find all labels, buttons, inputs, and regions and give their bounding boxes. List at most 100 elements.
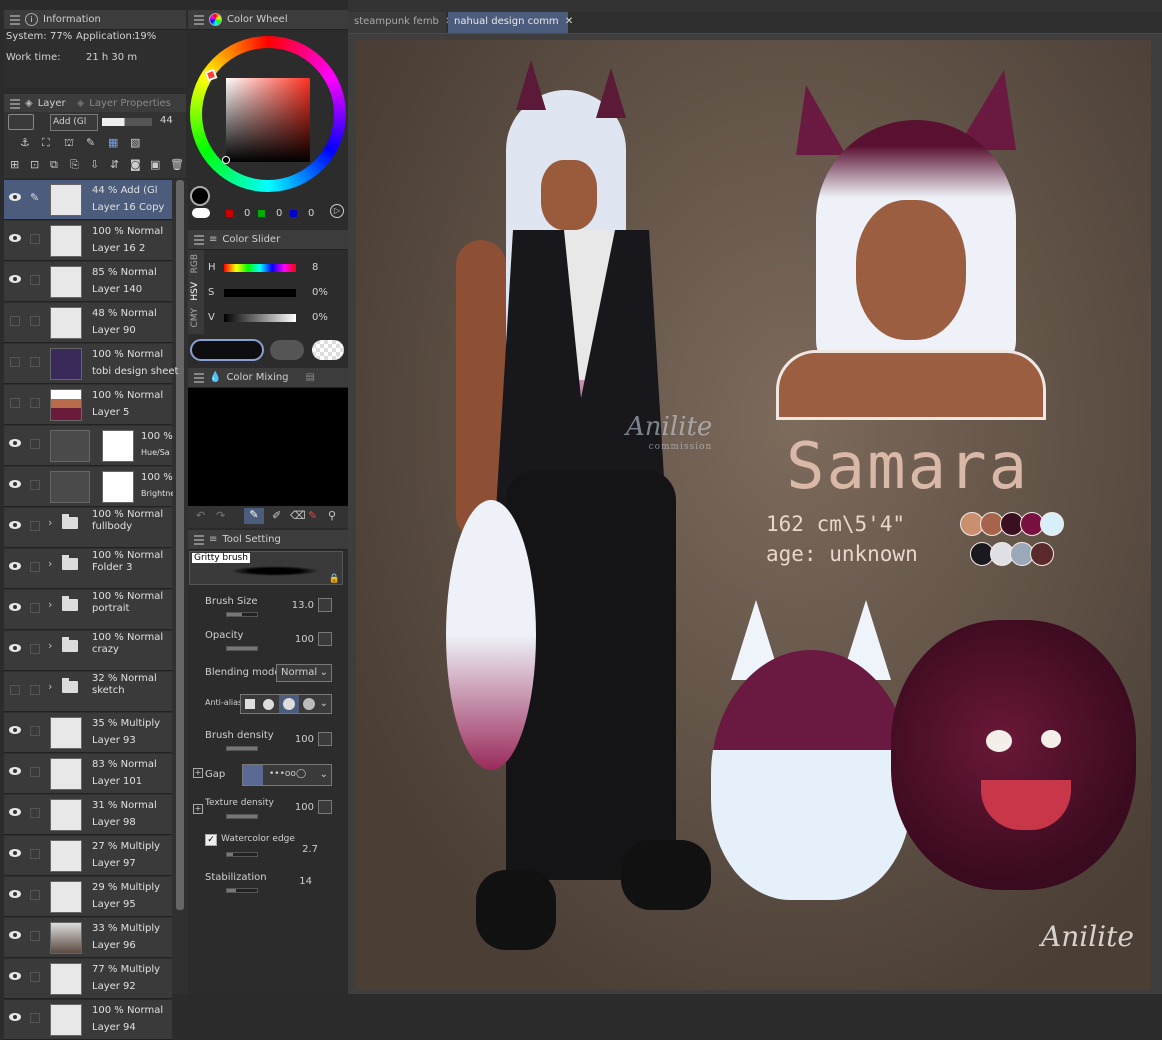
brush-tool-icon[interactable]: ✎ <box>244 508 264 524</box>
lock-toggle-icon[interactable] <box>30 562 40 572</box>
layer-row[interactable]: 100 % Normal Layer 5 <box>4 385 172 425</box>
chevron-right-icon[interactable]: › <box>48 680 52 693</box>
eye-icon[interactable] <box>9 603 21 611</box>
palette-tab-icon[interactable]: ▤ <box>306 372 315 383</box>
opacity-slider[interactable] <box>102 118 152 126</box>
grip-icon[interactable] <box>194 534 204 545</box>
trash-icon[interactable]: 🗑 <box>170 158 184 171</box>
visibility-off-icon[interactable] <box>10 398 20 408</box>
lock-toggle-icon[interactable] <box>30 644 40 654</box>
saturation-value-square[interactable] <box>226 78 310 162</box>
dynamics-icon[interactable] <box>318 598 332 612</box>
lock-toggle-icon[interactable] <box>30 890 40 900</box>
lock-toggle-icon[interactable] <box>30 439 40 449</box>
layer-row[interactable]: › 32 % Normal sketch <box>4 672 172 712</box>
eye-icon[interactable] <box>9 767 21 775</box>
doc-tab-1[interactable]: steampunk femb ✕ <box>348 12 454 33</box>
eye-icon[interactable] <box>9 275 21 283</box>
layer-row[interactable]: 35 % Multiply Layer 93 <box>4 713 172 753</box>
antialias-selector[interactable]: ⌄ <box>240 694 332 714</box>
sv-cursor[interactable] <box>222 156 230 164</box>
layer-row[interactable]: 85 % Normal Layer 140 <box>4 262 172 302</box>
brush-size-slider[interactable] <box>226 612 258 617</box>
layer-mask-thumbnail[interactable] <box>102 471 134 503</box>
eye-icon[interactable] <box>9 521 21 529</box>
close-icon[interactable]: ✕ <box>565 16 573 27</box>
opacity-value[interactable]: 100 <box>295 634 314 645</box>
redo-icon[interactable]: ↷ <box>216 509 225 522</box>
layer-row[interactable]: ✎ 44 % Add (Gl Layer 16 Copy <box>4 180 172 220</box>
chevron-right-icon[interactable]: › <box>48 557 52 570</box>
watercolor-value[interactable]: 2.7 <box>302 844 318 855</box>
layer-row[interactable]: 33 % Multiply Layer 96 <box>4 918 172 958</box>
lock-toggle-icon[interactable] <box>30 398 40 408</box>
layer-mask-thumbnail[interactable] <box>102 430 134 462</box>
lock-toggle-icon[interactable] <box>30 480 40 490</box>
antialias-strong-icon[interactable] <box>303 698 315 710</box>
expand-icon[interactable]: + <box>193 804 203 814</box>
sub-color-chip[interactable] <box>270 340 304 360</box>
layer-color-dropdown[interactable] <box>8 114 34 130</box>
dynamics-icon[interactable] <box>318 632 332 646</box>
chevron-right-icon[interactable]: › <box>48 516 52 529</box>
layer-row[interactable]: 100 % Normal tobi design sheet <box>4 344 178 384</box>
stabilization-slider[interactable] <box>226 888 258 893</box>
main-color-swatch[interactable] <box>190 186 210 206</box>
eye-icon[interactable] <box>9 562 21 570</box>
sub-color-swatch[interactable] <box>192 208 210 218</box>
tab-rgb[interactable]: RGB <box>190 254 200 273</box>
lock-toggle-icon[interactable] <box>30 972 40 982</box>
watercolor-checkbox[interactable]: ✓ <box>205 834 217 846</box>
tab-hsv[interactable]: HSV <box>190 282 200 301</box>
mask-icon[interactable]: ▧ <box>130 136 140 149</box>
clip-icon[interactable]: ⚓ <box>20 136 30 149</box>
eraser-tool-icon[interactable]: ⌫ <box>290 509 306 522</box>
eye-icon[interactable] <box>9 931 21 939</box>
lock-toggle-icon[interactable] <box>30 316 40 326</box>
lock-toggle-icon[interactable] <box>30 275 40 285</box>
fill-tool-icon[interactable]: ✎ <box>308 509 317 522</box>
apply-mask-icon[interactable]: ▣ <box>150 158 160 171</box>
visibility-off-icon[interactable] <box>10 316 20 326</box>
ref-layer-icon[interactable]: ⛫ <box>64 136 74 151</box>
opacity-slider[interactable] <box>226 646 258 651</box>
eye-icon[interactable] <box>9 849 21 857</box>
main-color-chip[interactable] <box>190 339 264 361</box>
eye-icon[interactable] <box>9 890 21 898</box>
eye-icon[interactable] <box>9 972 21 980</box>
eye-icon[interactable] <box>9 644 21 652</box>
eye-icon[interactable] <box>9 480 21 488</box>
grip-icon[interactable] <box>194 234 204 245</box>
layer-row[interactable]: 100 % Brightne <box>4 467 173 507</box>
wheel-mode-icon[interactable]: ▷ <box>330 204 344 218</box>
lock-toggle-icon[interactable] <box>30 726 40 736</box>
color-mixing-canvas[interactable] <box>188 388 348 506</box>
layer-row[interactable]: › 100 % Normal portrait <box>4 590 172 630</box>
layer-row[interactable]: 29 % Multiply Layer 95 <box>4 877 172 917</box>
lock-toggle-icon[interactable] <box>30 357 40 367</box>
lock-toggle-icon[interactable] <box>30 1013 40 1023</box>
tab-layer-properties[interactable]: Layer Properties <box>89 98 171 109</box>
layer-row[interactable]: 31 % Normal Layer 98 <box>4 795 172 835</box>
blend-tool-icon[interactable]: ✐ <box>272 509 281 522</box>
artwork-canvas[interactable]: Samara 162 cm\5'4" age: unknown Anilite … <box>356 40 1151 990</box>
layer-row[interactable]: 27 % Multiply Layer 97 <box>4 836 172 876</box>
lock-toggle-icon[interactable] <box>30 808 40 818</box>
doc-tab-2[interactable]: nahual design comm ✕ <box>448 12 573 33</box>
s-slider[interactable] <box>224 289 296 297</box>
eye-icon[interactable] <box>9 808 21 816</box>
pencil-icon[interactable]: ✎ <box>30 191 40 204</box>
antialias-none-icon[interactable] <box>245 699 255 709</box>
copy-layer-icon[interactable]: ⎘ <box>70 158 79 172</box>
expand-icon[interactable]: + <box>193 768 203 778</box>
lock-toggle-icon[interactable] <box>30 521 40 531</box>
blend-mode-select[interactable]: Normal ⌄ <box>276 664 332 682</box>
lock-toggle-icon[interactable] <box>30 767 40 777</box>
brush-density-value[interactable]: 100 <box>295 734 314 745</box>
layer-row[interactable]: 83 % Normal Layer 101 <box>4 754 172 794</box>
layer-row[interactable]: 48 % Normal Layer 90 <box>4 303 172 343</box>
eye-icon[interactable] <box>9 234 21 242</box>
brush-size-value[interactable]: 13.0 <box>292 600 314 611</box>
layer-row[interactable]: 100 % Hue/Sa <box>4 426 173 466</box>
brush-density-slider[interactable] <box>226 746 258 751</box>
